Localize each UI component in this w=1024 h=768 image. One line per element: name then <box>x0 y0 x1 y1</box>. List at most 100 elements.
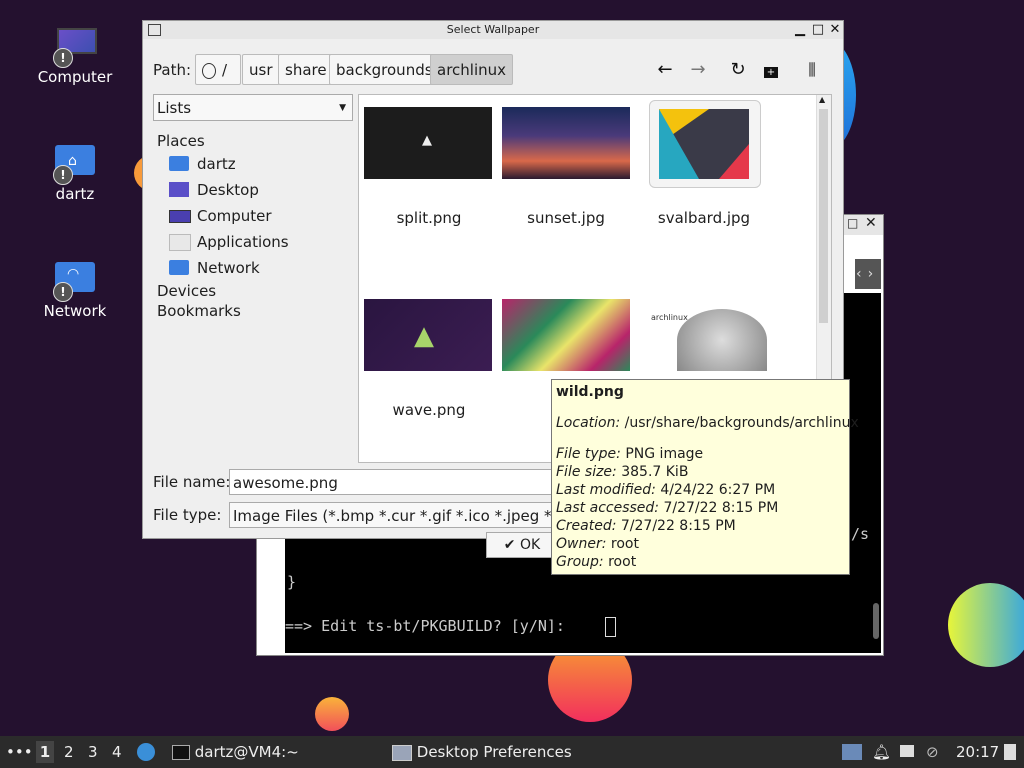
close-icon[interactable]: ✕ <box>865 215 877 231</box>
terminal-scrollbar[interactable] <box>873 603 879 639</box>
file-label[interactable]: wave.png <box>359 401 499 419</box>
crumb-root[interactable]: / <box>195 54 241 85</box>
bookmarks-heading[interactable]: Bookmarks <box>155 301 345 321</box>
tooltip-group: Group: root <box>556 554 637 570</box>
dropdown-arrow-icon: ▼ <box>339 103 346 113</box>
thumb-split[interactable]: ▲ <box>364 107 492 179</box>
task-desktop-preferences[interactable]: Desktop Preferences <box>392 736 572 768</box>
task-terminal[interactable]: dartz@VM4:~ <box>172 736 299 768</box>
ok-button[interactable]: ✔ OK <box>486 532 558 558</box>
place-network[interactable]: Network <box>155 255 345 281</box>
window-menu-icon[interactable] <box>148 24 161 36</box>
decor-ball-red-small <box>315 697 349 731</box>
show-desktop-icon[interactable] <box>1004 744 1016 760</box>
place-computer[interactable]: Computer <box>155 203 345 229</box>
thumb-archlinux[interactable]: archlinux <box>649 299 777 371</box>
view-mode-select[interactable]: Lists ▼ <box>153 94 353 121</box>
places-heading: Places <box>157 132 205 150</box>
desktop-icon-label: dartz <box>55 185 95 203</box>
clock[interactable]: 20:17 <box>956 736 999 768</box>
forward-arrow-icon[interactable]: → <box>687 59 709 81</box>
desktop-icon-dartz[interactable]: ⌂ ! dartz <box>25 143 125 203</box>
check-icon: ✔ <box>503 537 516 553</box>
mute-icon[interactable]: ⊘ <box>926 736 939 768</box>
devices-heading[interactable]: Devices <box>155 281 345 301</box>
home-folder-icon: ⌂ ! <box>53 143 97 185</box>
reload-icon[interactable]: ↻ <box>727 59 749 81</box>
tooltip-modified: Last modified: 4/24/22 6:27 PM <box>556 482 776 498</box>
minimize-icon[interactable]: ▁ <box>793 21 807 39</box>
workspace-4[interactable]: 4 <box>112 736 122 768</box>
new-folder-icon[interactable]: + <box>760 59 782 81</box>
tooltip-owner: Owner: root <box>556 536 639 552</box>
maximize-icon[interactable]: □ <box>847 216 858 230</box>
crumb-share[interactable]: share <box>278 54 334 85</box>
thumb-wave[interactable]: ▲ <box>364 299 492 371</box>
dialog-titlebar[interactable]: Select Wallpaper ▁ □ ✕ <box>143 21 843 39</box>
chevron-left-icon[interactable]: ‹ <box>856 266 862 282</box>
file-label[interactable]: split.png <box>359 209 499 227</box>
file-name-label: File name: <box>153 473 231 491</box>
tooltip-accessed: Last accessed: 7/27/22 8:15 PM <box>556 500 779 516</box>
network-folder-icon: ◠ ! <box>53 260 97 302</box>
tooltip-file-size: File size: 385.7 KiB <box>556 464 689 480</box>
view-options-icon[interactable]: ⫼ <box>801 59 823 81</box>
network-folder-icon <box>169 260 189 275</box>
preferences-icon <box>392 744 412 761</box>
bell-icon[interactable]: 🔔︎ <box>872 736 891 768</box>
tooltip-location: Location: /usr/share/backgrounds/archlin… <box>556 415 859 431</box>
places-panel: Places dartz Desktop Computer Applicatio… <box>155 131 345 321</box>
menu-icon[interactable]: ••• <box>6 736 33 768</box>
desktop-icon-label: Computer <box>37 68 113 86</box>
home-folder-icon <box>169 156 189 171</box>
globe-icon[interactable] <box>137 743 155 761</box>
file-tooltip: wild.png Location: /usr/share/background… <box>551 379 859 575</box>
desktop-icon-computer[interactable]: ! Computer <box>25 26 125 86</box>
back-arrow-icon[interactable]: ← <box>654 59 676 81</box>
place-desktop[interactable]: Desktop <box>155 177 345 203</box>
workspace-1[interactable]: 1 <box>36 741 54 763</box>
network-status-icon[interactable] <box>842 744 862 760</box>
monitor-icon: ! <box>53 26 97 68</box>
dialog-title: Select Wallpaper <box>446 23 540 36</box>
crumb-usr[interactable]: usr <box>242 54 280 85</box>
arch-logo-icon: ▲ <box>422 133 432 148</box>
tooltip-name: wild.png <box>556 384 624 400</box>
maximize-icon[interactable]: □ <box>811 21 825 39</box>
crumb-backgrounds[interactable]: backgrounds <box>329 54 440 85</box>
tooltip-file-type: File type: PNG image <box>556 446 704 462</box>
file-name-input[interactable]: awesome.png <box>229 469 559 495</box>
taskbar: ••• 1 2 3 4 dartz@VM4:~ Desktop Preferen… <box>0 736 1024 768</box>
lock-icon[interactable] <box>900 745 914 757</box>
terminal-prompt: ==> Edit ts-bt/PKGBUILD? [y/N]: <box>285 617 565 635</box>
terminal-titlebar[interactable]: □ ✕ <box>843 215 883 235</box>
terminal-tab-scroll[interactable]: ‹ › <box>855 259 881 289</box>
applications-icon <box>169 234 191 251</box>
terminal-icon <box>172 745 190 760</box>
place-dartz[interactable]: dartz <box>155 151 345 177</box>
terminal-cursor <box>605 617 616 637</box>
thumb-svalbard[interactable] <box>649 100 761 188</box>
file-label[interactable]: sunset.jpg <box>496 209 636 227</box>
tooltip-created: Created: 7/27/22 8:15 PM <box>556 518 736 534</box>
file-label[interactable]: svalbard.jpg <box>634 209 774 227</box>
workspace-2[interactable]: 2 <box>64 736 74 768</box>
terminal-fragment-s: /s <box>851 525 870 543</box>
place-applications[interactable]: Applications <box>155 229 345 255</box>
monitor-icon <box>169 210 191 223</box>
desktop-icon-label: Network <box>43 302 107 320</box>
thumb-sunset[interactable] <box>502 107 630 179</box>
path-label: Path: <box>153 61 192 79</box>
file-type-label: File type: <box>153 506 222 524</box>
drive-icon <box>202 62 216 79</box>
arch-logo-icon: ▲ <box>414 321 434 351</box>
scroll-up-icon[interactable]: ▲ <box>819 95 825 104</box>
desktop-icon <box>169 182 189 197</box>
chevron-right-icon[interactable]: › <box>868 266 874 282</box>
desktop-icon-network[interactable]: ◠ ! Network <box>25 260 125 320</box>
thumb-wild[interactable] <box>502 299 630 371</box>
close-icon[interactable]: ✕ <box>828 21 842 39</box>
workspace-3[interactable]: 3 <box>88 736 98 768</box>
file-type-select[interactable]: Image Files (*.bmp *.cur *.gif *.ico *.j… <box>229 502 559 528</box>
crumb-archlinux[interactable]: archlinux <box>430 54 514 85</box>
